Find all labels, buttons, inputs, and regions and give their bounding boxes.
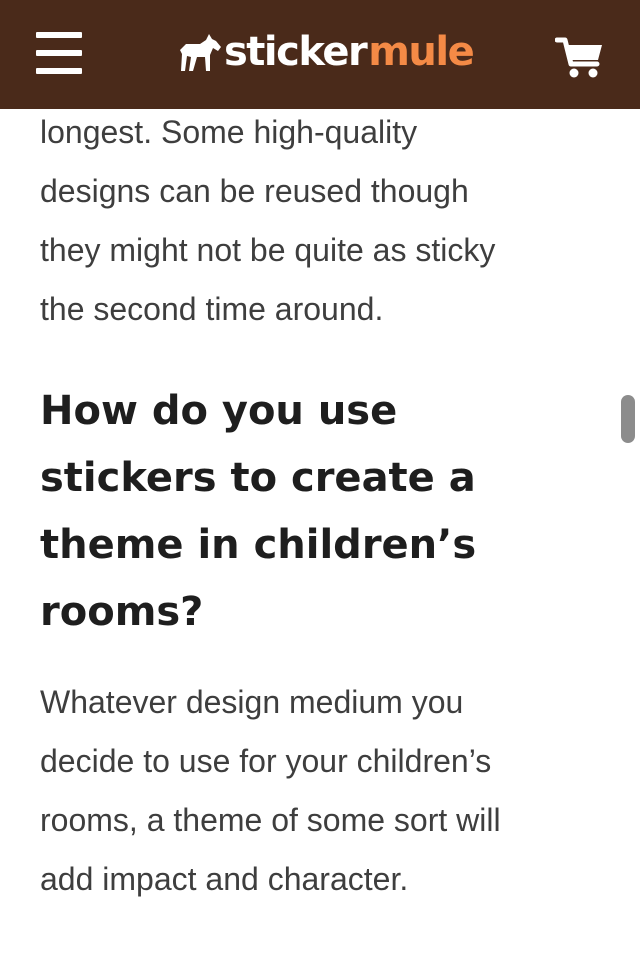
hamburger-menu-icon-bar [36, 50, 82, 56]
hamburger-menu-icon-bar [36, 32, 82, 38]
paragraph-line: they might not be quite as sticky [40, 232, 496, 268]
paragraph-line: longest. Some high-quality [40, 114, 418, 150]
scrollbar-thumb[interactable] [621, 395, 635, 443]
paragraph-line: add impact and character. [40, 861, 409, 897]
mule-logo-icon [180, 34, 221, 71]
brand-logo[interactable]: sticker mule [178, 26, 475, 78]
heading-line: stickers to create a [40, 455, 476, 501]
paragraph-line: the second time around. [40, 291, 384, 327]
section-heading: How do you use stickers to create a them… [40, 378, 476, 646]
paragraph-line: decide to use for your children’s [40, 743, 492, 779]
heading-line: rooms? [40, 589, 204, 635]
brand-name-part1: sticker [224, 29, 368, 75]
cart-button[interactable] [554, 36, 605, 80]
menu-button[interactable] [36, 32, 82, 74]
heading-line: theme in children’s [40, 522, 477, 568]
brand-name-part2: mule [368, 29, 475, 75]
hamburger-menu-icon-bar [36, 68, 82, 74]
site-header: sticker mule [0, 0, 640, 109]
paragraph-line: rooms, a theme of some sort will [40, 802, 501, 838]
body-paragraph: Whatever design medium you decide to use… [40, 673, 600, 909]
paragraph-line: designs can be reused though [40, 173, 469, 209]
shopping-cart-icon [554, 37, 602, 78]
intro-paragraph: longest. Some high-quality designs can b… [40, 103, 600, 339]
heading-line: How do you use [40, 388, 398, 434]
paragraph-line: Whatever design medium you [40, 684, 464, 720]
